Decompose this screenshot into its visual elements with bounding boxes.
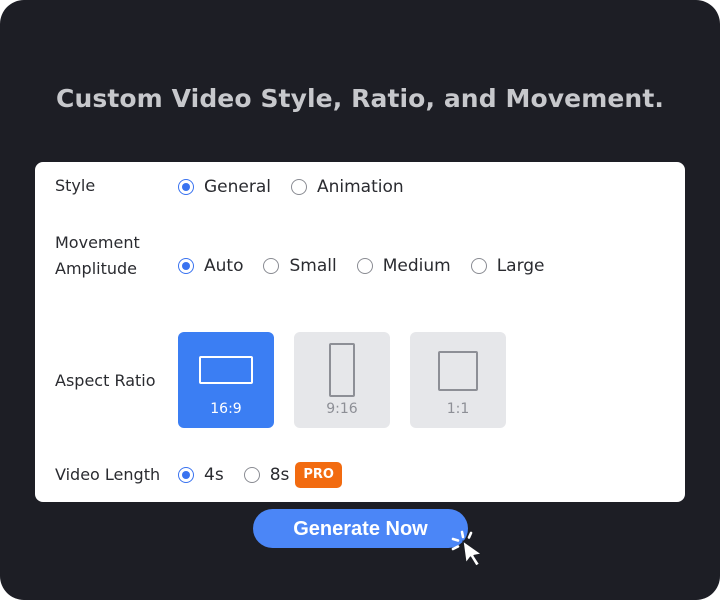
option-label: 4s xyxy=(204,465,224,485)
option-label: General xyxy=(204,177,271,197)
movement-option-auto[interactable]: Auto xyxy=(178,256,243,276)
ratio-label: 16:9 xyxy=(210,401,242,417)
aspect-ratio-label: Aspect Ratio xyxy=(55,371,156,390)
style-label: Style xyxy=(55,176,96,195)
video-length-label: Video Length xyxy=(55,465,161,484)
video-length-options: 4s 8s PRO xyxy=(178,462,342,488)
movement-option-large[interactable]: Large xyxy=(470,256,545,276)
click-cursor-icon xyxy=(451,530,483,567)
radio-icon[interactable] xyxy=(291,179,307,195)
radio-icon[interactable] xyxy=(243,467,260,483)
generate-now-button[interactable]: Generate Now xyxy=(253,509,468,548)
option-label: Auto xyxy=(204,256,244,276)
portrait-ratio-icon xyxy=(329,343,355,397)
movement-label-line1: Movement xyxy=(55,233,140,252)
ratio-tile-1-1[interactable]: 1:1 xyxy=(410,332,506,428)
movement-options: Auto Small Medium Large xyxy=(178,253,565,279)
style-option-general[interactable]: General xyxy=(178,177,271,197)
page-title: Custom Video Style, Ratio, and Movement. xyxy=(56,84,664,113)
length-option-4s[interactable]: 4s xyxy=(178,465,224,485)
movement-label-line2: Amplitude xyxy=(55,259,137,278)
promo-frame: Custom Video Style, Ratio, and Movement.… xyxy=(0,0,720,600)
radio-selected-icon[interactable] xyxy=(178,179,194,195)
radio-icon[interactable] xyxy=(470,258,487,274)
radio-icon[interactable] xyxy=(356,258,373,274)
square-ratio-icon xyxy=(438,351,478,391)
option-label: Large xyxy=(496,256,545,276)
pro-badge: PRO xyxy=(295,462,342,488)
radio-selected-icon[interactable] xyxy=(178,467,194,483)
settings-card: Style General Animation Movement Amplitu… xyxy=(35,162,685,502)
ratio-tile-9-16[interactable]: 9:16 xyxy=(294,332,390,428)
option-label: Medium xyxy=(382,256,451,276)
option-label: 8s xyxy=(269,465,290,485)
ratio-label: 9:16 xyxy=(326,401,358,417)
style-options: General Animation xyxy=(178,174,424,200)
movement-option-medium[interactable]: Medium xyxy=(356,256,451,276)
ratio-tile-16-9[interactable]: 16:9 xyxy=(178,332,274,428)
length-option-8s[interactable]: 8s xyxy=(243,465,290,485)
option-label: Small xyxy=(289,256,337,276)
movement-option-small[interactable]: Small xyxy=(263,256,337,276)
landscape-ratio-icon xyxy=(199,356,253,384)
radio-icon[interactable] xyxy=(263,258,280,274)
option-label: Animation xyxy=(317,177,404,197)
radio-selected-icon[interactable] xyxy=(178,258,194,274)
ratio-label: 1:1 xyxy=(446,401,470,417)
style-option-animation[interactable]: Animation xyxy=(291,177,404,197)
